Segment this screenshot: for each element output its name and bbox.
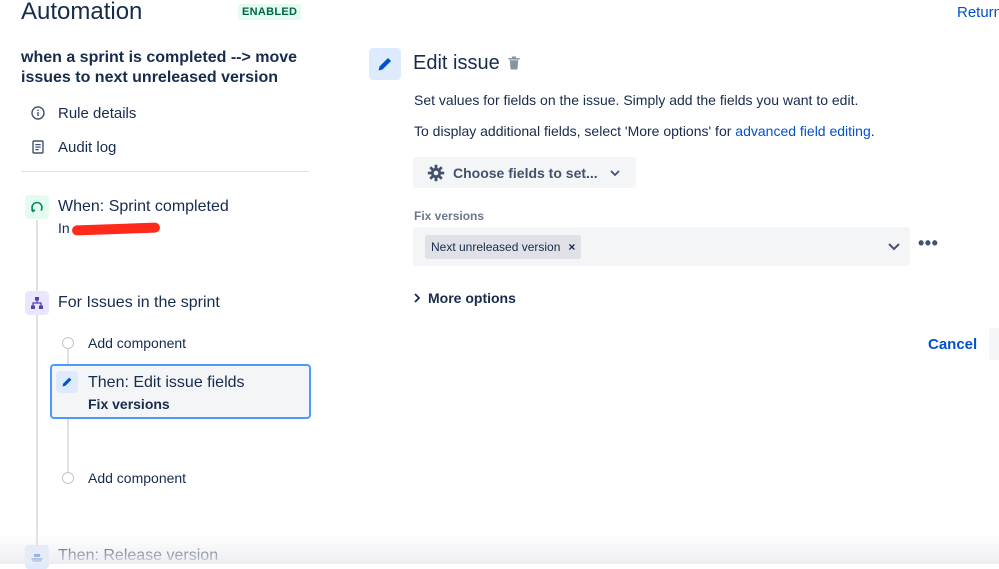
chevron-down-icon[interactable] bbox=[887, 238, 901, 256]
remove-tag-icon[interactable]: × bbox=[568, 240, 575, 254]
release-step[interactable]: Then: Release version bbox=[58, 547, 218, 565]
nav-rule-details[interactable]: Rule details bbox=[30, 103, 136, 123]
rule-title: when a sprint is completed --> move issu… bbox=[21, 49, 298, 86]
add-component-dot bbox=[62, 472, 74, 484]
fix-version-tag: Next unreleased version × bbox=[425, 235, 582, 259]
save-button-edge[interactable] bbox=[989, 328, 999, 360]
more-actions-icon[interactable]: ••• bbox=[918, 234, 938, 252]
nav-audit-log-label: Audit log bbox=[58, 138, 117, 156]
pencil-icon bbox=[56, 371, 78, 393]
advanced-field-editing-link[interactable]: advanced field editing bbox=[735, 123, 870, 139]
add-component-button[interactable]: Add component bbox=[88, 470, 186, 486]
more-options-label: More options bbox=[428, 290, 516, 306]
fix-version-tag-label: Next unreleased version bbox=[431, 240, 561, 254]
choose-fields-label: Choose fields to set... bbox=[453, 164, 598, 181]
trigger-step[interactable]: When: Sprint completed bbox=[58, 198, 229, 216]
ship-icon bbox=[25, 545, 49, 569]
rule-timeline bbox=[36, 220, 38, 560]
nav-audit-log[interactable]: Audit log bbox=[30, 137, 116, 157]
more-options-toggle[interactable]: More options bbox=[414, 290, 516, 306]
pencil-icon bbox=[369, 48, 401, 80]
divider bbox=[21, 171, 309, 172]
panel-title: Edit issue bbox=[413, 52, 500, 74]
description-suffix: . bbox=[870, 123, 875, 139]
trigger-subtitle: In bbox=[58, 220, 70, 236]
branch-step[interactable]: For Issues in the sprint bbox=[58, 294, 220, 312]
info-icon bbox=[30, 105, 46, 121]
panel-description-advanced: To display additional fields, select 'Mo… bbox=[414, 123, 875, 139]
fix-versions-label: Fix versions bbox=[414, 209, 485, 223]
redaction-mark bbox=[71, 222, 161, 236]
cancel-button[interactable]: Cancel bbox=[928, 336, 977, 353]
add-component-dot bbox=[62, 337, 74, 349]
gear-icon bbox=[427, 164, 445, 182]
trash-icon[interactable] bbox=[508, 56, 520, 75]
page-title: Automation bbox=[21, 0, 143, 25]
selected-action-subtitle: Fix versions bbox=[88, 396, 170, 412]
return-link[interactable]: Return bbox=[957, 4, 999, 21]
add-component-button[interactable]: Add component bbox=[88, 335, 186, 351]
nav-rule-details-label: Rule details bbox=[58, 104, 137, 122]
branch-icon bbox=[25, 291, 49, 315]
sprint-trigger-icon bbox=[25, 195, 49, 219]
chevron-down-icon bbox=[610, 169, 620, 176]
panel-description: Set values for fields on the issue. Simp… bbox=[414, 92, 859, 108]
document-icon bbox=[30, 139, 46, 155]
selected-action-title: Then: Edit issue fields bbox=[88, 374, 245, 391]
choose-fields-button[interactable]: Choose fields to set... bbox=[413, 157, 636, 188]
description-text: To display additional fields, select 'Mo… bbox=[414, 123, 736, 139]
status-badge: ENABLED bbox=[238, 4, 302, 20]
chevron-right-icon bbox=[414, 293, 420, 303]
